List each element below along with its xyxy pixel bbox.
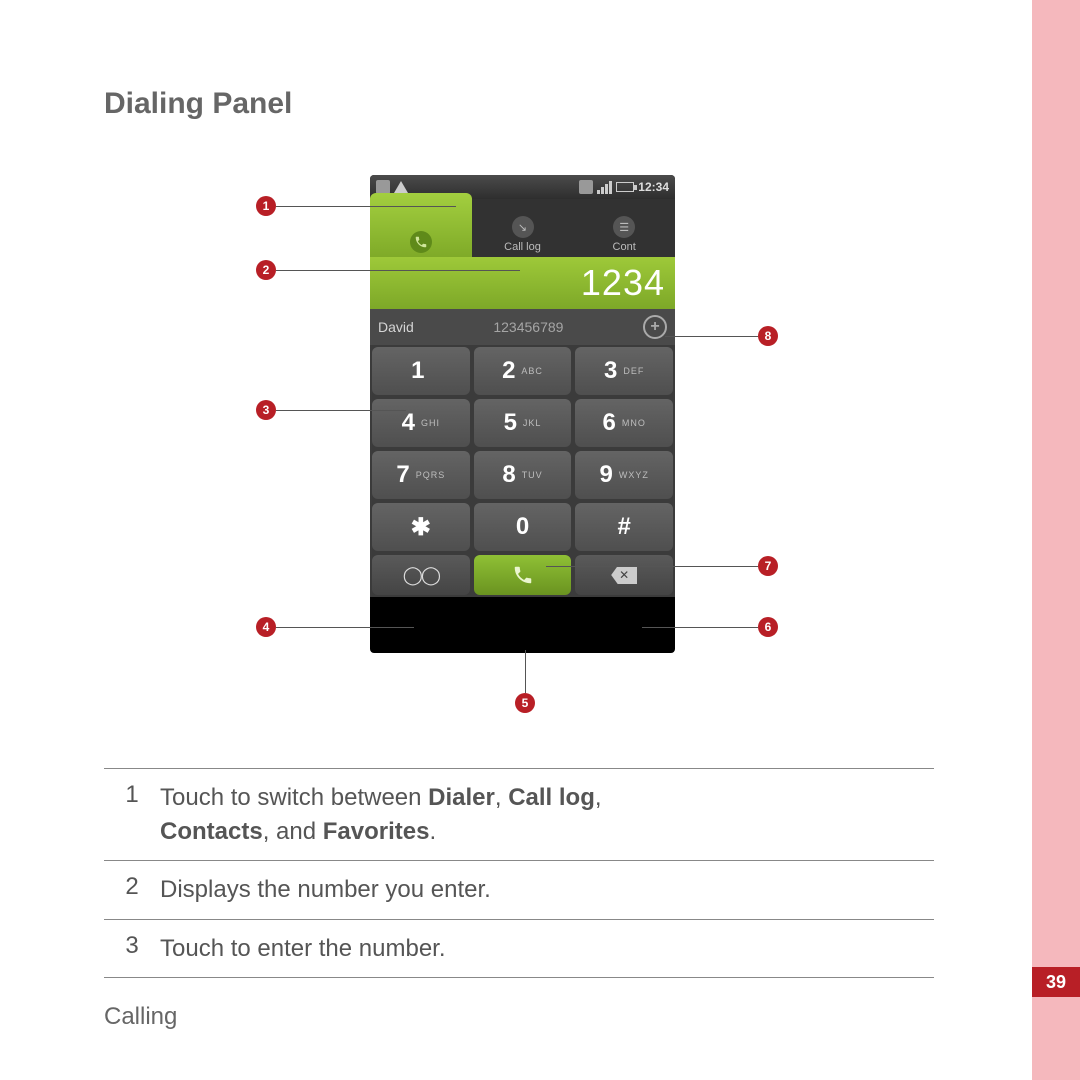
contacts-icon: ☰: [613, 216, 635, 238]
callout-line: [276, 627, 414, 628]
row-desc: Displays the number you enter.: [160, 873, 934, 907]
section-heading: Dialing Panel: [104, 87, 292, 121]
key-9[interactable]: 9WXYZ: [575, 451, 673, 499]
tab-label: Cont: [613, 241, 636, 253]
row-number: 1: [104, 781, 160, 848]
tab-contacts[interactable]: ☰ Cont: [573, 199, 675, 257]
description-table: 1 Touch to switch between Dialer, Call l…: [104, 768, 934, 978]
callout-line: [546, 566, 758, 567]
delete-button[interactable]: ✕: [575, 555, 673, 595]
callout-marker-1: 1: [256, 196, 276, 216]
warning-icon: [394, 181, 408, 193]
callout-line: [276, 206, 456, 207]
tab-call-log[interactable]: ↘ Call log: [472, 199, 574, 257]
tab-bar: ↘ Call log ☰ Cont: [370, 199, 675, 257]
suggestion-name: David: [378, 319, 414, 335]
backspace-icon: ✕: [611, 566, 637, 584]
key-1[interactable]: 1: [372, 347, 470, 395]
footer-chapter-label: Calling: [104, 1003, 177, 1031]
keypad: 1 2ABC 3DEF 4GHI 5JKL 6MNO 7PQRS 8TUV 9W…: [370, 345, 675, 597]
side-accent-bar: [1032, 0, 1080, 1080]
row-number: 3: [104, 932, 160, 966]
phone-screenshot: 12:34 ↘ Call log ☰ Cont 1234 David 12345…: [370, 175, 675, 653]
callout-line: [525, 650, 526, 693]
tab-dialer[interactable]: [370, 193, 472, 257]
status-icon: [376, 180, 390, 194]
table-row: 2 Displays the number you enter.: [104, 861, 934, 920]
key-2[interactable]: 2ABC: [474, 347, 572, 395]
callout-marker-2: 2: [256, 260, 276, 280]
callout-line: [276, 410, 406, 411]
voicemail-button[interactable]: ◯◯: [372, 555, 470, 595]
callout-line: [642, 627, 758, 628]
table-row: 3 Touch to enter the number.: [104, 920, 934, 979]
phone-icon: [410, 231, 432, 253]
row-desc: Touch to switch between Dialer, Call log…: [160, 781, 934, 848]
callout-marker-3: 3: [256, 400, 276, 420]
key-8[interactable]: 8TUV: [474, 451, 572, 499]
suggestion-row[interactable]: David 123456789 +: [370, 309, 675, 345]
key-7[interactable]: 7PQRS: [372, 451, 470, 499]
callout-line: [665, 336, 758, 337]
callout-marker-8: 8: [758, 326, 778, 346]
status-time: 12:34: [638, 180, 669, 194]
signal-icon: [597, 181, 612, 194]
key-0[interactable]: 0: [474, 503, 572, 551]
voicemail-icon: ◯◯: [403, 565, 439, 586]
tab-label: Call log: [504, 241, 541, 253]
network-icon: [579, 180, 593, 194]
table-row: 1 Touch to switch between Dialer, Call l…: [104, 768, 934, 861]
call-button[interactable]: [474, 555, 572, 595]
key-6[interactable]: 6MNO: [575, 399, 673, 447]
page-number: 39: [1032, 967, 1080, 997]
callout-marker-5: 5: [515, 693, 535, 713]
battery-icon: [616, 182, 634, 192]
add-contact-icon[interactable]: +: [643, 315, 667, 339]
callout-marker-7: 7: [758, 556, 778, 576]
callout-marker-4: 4: [256, 617, 276, 637]
key-4[interactable]: 4GHI: [372, 399, 470, 447]
key-hash[interactable]: #: [575, 503, 673, 551]
call-log-icon: ↘: [512, 216, 534, 238]
callout-line: [276, 270, 520, 271]
key-star[interactable]: ✱: [372, 503, 470, 551]
suggestion-number: 123456789: [493, 319, 563, 335]
callout-marker-6: 6: [758, 617, 778, 637]
number-display: 1234: [370, 257, 675, 309]
key-3[interactable]: 3DEF: [575, 347, 673, 395]
key-5[interactable]: 5JKL: [474, 399, 572, 447]
row-desc: Touch to enter the number.: [160, 932, 934, 966]
row-number: 2: [104, 873, 160, 907]
